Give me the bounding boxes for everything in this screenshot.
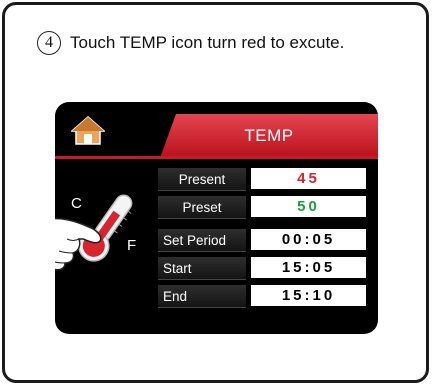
fahrenheit-label: F: [127, 237, 136, 254]
start-label: Start: [158, 257, 246, 280]
present-value: 45: [251, 168, 366, 189]
set-period-row: Set Period 00:05: [158, 229, 370, 252]
set-period-label: Set Period: [158, 229, 246, 252]
device-screen: TEMP C F Present 45 Preset 50 Set Period…: [55, 102, 378, 334]
present-row: Present 45: [158, 168, 370, 191]
instruction-card: 4 Touch TEMP icon turn red to excute. TE…: [2, 2, 429, 383]
instruction-text: Touch TEMP icon turn red to excute.: [70, 33, 345, 52]
step-number-badge: 4: [37, 31, 61, 55]
end-label: End: [158, 285, 246, 308]
present-label: Present: [158, 168, 246, 191]
pointing-hand-icon: [55, 217, 102, 271]
end-value[interactable]: 15:10: [251, 285, 366, 306]
start-row: Start 15:05: [158, 257, 370, 280]
preset-row: Preset 50: [158, 196, 370, 219]
preset-value[interactable]: 50: [251, 196, 366, 217]
start-value[interactable]: 15:05: [251, 257, 366, 278]
preset-label: Preset: [158, 196, 246, 219]
home-icon[interactable]: [71, 115, 105, 145]
temp-tab-label[interactable]: TEMP: [160, 114, 378, 158]
tab-underline: [55, 156, 378, 159]
set-period-value[interactable]: 00:05: [251, 229, 366, 250]
end-row: End 15:10: [158, 285, 370, 308]
instruction-line: 4 Touch TEMP icon turn red to excute.: [37, 31, 344, 55]
